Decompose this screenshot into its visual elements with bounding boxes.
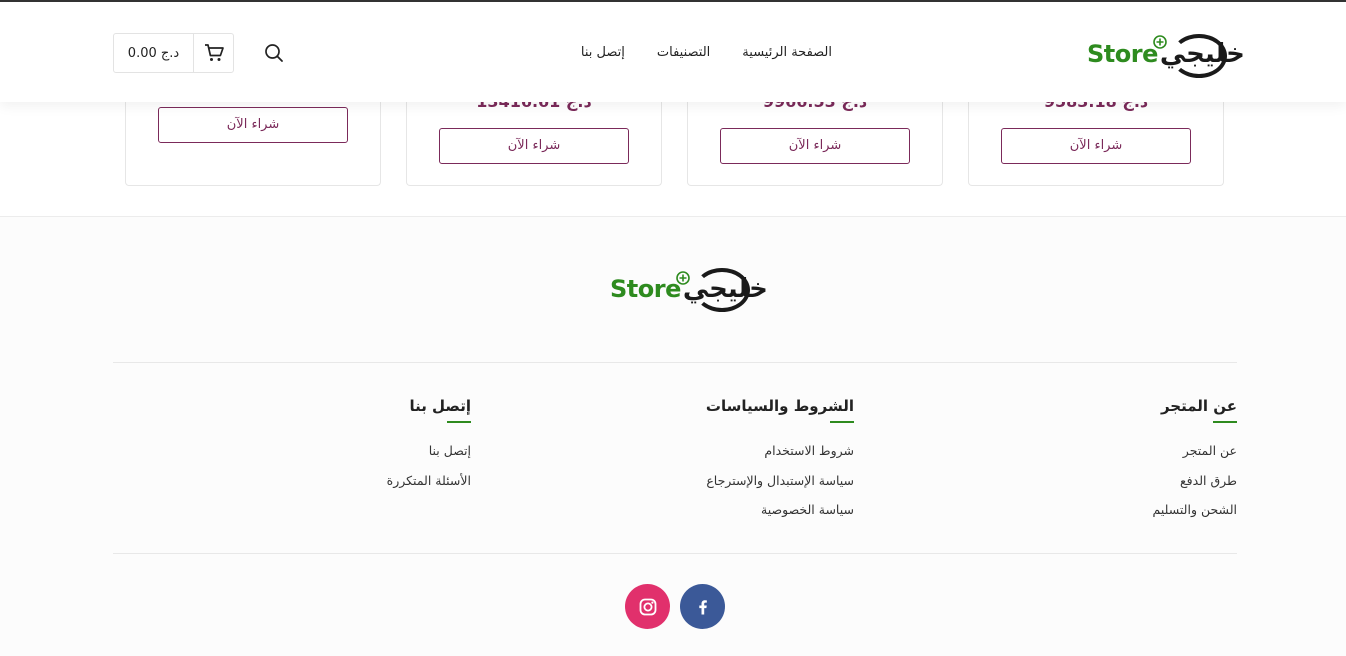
cart-button[interactable]: 0.00 د.ج <box>113 33 234 73</box>
cart-total: 0.00 د.ج <box>114 34 194 72</box>
search-button[interactable] <box>263 42 285 64</box>
facebook-icon <box>698 599 707 615</box>
logo-latin-text: Store <box>610 275 681 303</box>
buy-now-button[interactable]: شراء الآن <box>720 128 910 164</box>
logo-swoosh <box>694 268 750 312</box>
footer-link-contact[interactable]: إتصل بنا <box>221 443 471 473</box>
footer-column-title: عن المتجر <box>1161 397 1238 423</box>
footer-column-title: الشروط والسياسات <box>706 397 855 423</box>
instagram-button[interactable] <box>625 584 670 629</box>
footer-link-payment[interactable]: طرق الدفع <box>987 473 1237 503</box>
buy-now-button[interactable]: شراء الآن <box>158 107 348 143</box>
instagram-icon <box>639 598 656 615</box>
header-logo[interactable]: Store خليجي <box>1087 32 1245 78</box>
search-icon <box>265 44 283 62</box>
cart-icon <box>204 44 224 61</box>
footer-link-shipping[interactable]: الشحن والتسليم <box>987 502 1237 532</box>
footer-divider <box>113 553 1237 554</box>
nav-home[interactable]: الصفحة الرئيسية <box>742 45 832 60</box>
buy-now-button[interactable]: شراء الآن <box>439 128 629 164</box>
main-nav: الصفحة الرئيسية التصنيفات إتصل بنا <box>549 2 832 102</box>
site-header: Store خليجي الصفحة الرئيسية التصنيفات إت… <box>0 2 1346 102</box>
nav-categories[interactable]: التصنيفات <box>657 45 710 60</box>
footer-column-about: عن المتجر عن المتجر طرق الدفع الشحن والت… <box>987 396 1238 532</box>
nav-contact[interactable]: إتصل بنا <box>581 45 625 60</box>
footer-link-privacy[interactable]: سياسة الخصوصية <box>604 502 854 532</box>
cart-plus-icon <box>676 270 690 289</box>
footer-link-faq[interactable]: الأسئلة المتكررة <box>221 473 471 503</box>
logo-swoosh <box>1171 34 1227 78</box>
footer-link-terms[interactable]: شروط الاستخدام <box>604 443 854 473</box>
footer-logo[interactable]: Store خليجي <box>610 266 768 312</box>
footer-column-title: إتصل بنا <box>409 397 471 423</box>
buy-now-button[interactable]: شراء الآن <box>1001 128 1191 164</box>
cart-plus-icon <box>1153 34 1167 53</box>
footer-column-policies: الشروط والسياسات شروط الاستخدام سياسة ال… <box>604 396 855 532</box>
logo-latin-text: Store <box>1087 40 1158 68</box>
facebook-button[interactable] <box>680 584 725 629</box>
footer-link-about[interactable]: عن المتجر <box>987 443 1237 473</box>
footer-divider <box>113 362 1237 363</box>
footer-column-contact: إتصل بنا إتصل بنا الأسئلة المتكررة <box>221 396 471 502</box>
footer-link-returns[interactable]: سياسة الإستبدال والإسترجاع <box>604 473 854 503</box>
